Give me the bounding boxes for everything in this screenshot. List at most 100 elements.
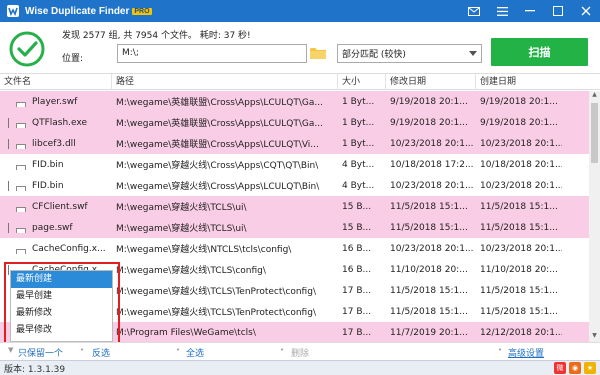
row-checkbox[interactable] (16, 164, 26, 170)
title-bar: Wise Duplicate Finder PRO (0, 0, 600, 22)
scan-status: 发现 2577 组, 共 7954 个文件。 耗时: 37 秒! (62, 31, 251, 41)
file-size: 17 B... (342, 327, 372, 338)
scan-button[interactable]: 扫描 (491, 38, 588, 66)
file-path: M:\Program Files\WeGame\tcls\ (116, 327, 256, 338)
scroll-up-icon[interactable]: ▲ (589, 91, 600, 101)
table-row[interactable]: page.swf M:\wegame\穿越火线\TCLS\ui\ 15 B...… (0, 217, 589, 238)
row-checkbox[interactable] (16, 101, 26, 107)
file-created: 10/23/2018 20:1... (480, 180, 562, 191)
file-size: 16 B... (342, 264, 372, 275)
file-modified: 11/5/2018 15:1... (390, 201, 468, 212)
file-path: M:\wegame\英雄联盟\Cross\Apps\LCULQT\Ga... (116, 98, 323, 108)
column-header-modified[interactable]: 修改日期 (386, 74, 476, 90)
file-size: 17 B... (342, 306, 372, 317)
file-modified: 9/19/2018 20:1... (390, 117, 468, 128)
row-checkbox[interactable] (16, 143, 26, 149)
table-row[interactable]: FID.bin M:\wegame\穿越火线\Cross\Apps\LCULQT… (0, 175, 589, 196)
app-title: Wise Duplicate Finder (25, 5, 130, 17)
separator-dot-icon: • (280, 346, 285, 354)
scroll-down-icon[interactable]: ▼ (589, 332, 600, 342)
file-created: 10/23/2018 20:1... (480, 243, 562, 254)
file-created: 12/12/2018 20:1... (480, 327, 562, 338)
table-row[interactable]: CacheConfig.x... M:\wegame\穿越火线\NTCLS\tc… (0, 238, 589, 259)
file-size: 4 Byt... (342, 180, 375, 191)
minimize-icon[interactable] (516, 0, 544, 22)
delete-button[interactable]: 删除 (291, 346, 309, 359)
file-created: 11/5/2018 15:1... (480, 222, 558, 233)
file-modified: 11/5/2018 15:1... (390, 285, 468, 296)
weibo-icon[interactable]: 微 (554, 362, 566, 374)
file-size: 17 B... (342, 285, 372, 296)
file-modified: 11/5/2018 15:1... (390, 222, 468, 233)
file-path: M:\wegame\穿越火线\TCLS\config\ (116, 266, 266, 276)
separator-dot-icon: • (498, 346, 503, 354)
file-path: M:\wegame\穿越火线\NTCLS\tcls\config\ (116, 245, 292, 255)
file-size: 4 Byt... (342, 159, 375, 170)
file-name: CFClient.swf (32, 201, 88, 212)
file-modified: 10/23/2018 20:1... (390, 180, 474, 191)
separator-dot-icon: • (176, 346, 181, 354)
file-modified: 11/10/2018 20:... (390, 264, 468, 275)
match-mode-select[interactable]: 部分匹配 (较快) (337, 44, 482, 63)
location-input[interactable]: M:\; (117, 44, 307, 63)
file-created: 10/18/2018 20:1... (480, 159, 562, 170)
status-bar: 版本: 1.3.1.39 微 ◉ ★ (0, 360, 600, 375)
row-checkbox[interactable] (16, 248, 26, 254)
group-bracket (8, 222, 14, 233)
file-size: 16 B... (342, 243, 372, 254)
menu-icon[interactable] (488, 0, 516, 22)
group-bracket (8, 180, 14, 191)
keep-one-button[interactable]: 只保留一个 (18, 346, 63, 359)
column-header-size[interactable]: 大小 (338, 74, 386, 90)
advanced-settings-link[interactable]: 高级设置 (508, 346, 544, 359)
version-label: 版本: 1.3.1.39 (4, 365, 66, 375)
file-created: 9/19/2018 20:1... (480, 117, 558, 128)
star-icon[interactable]: ★ (584, 362, 596, 374)
file-name: QTFlash.exe (32, 117, 87, 128)
row-checkbox[interactable] (16, 227, 26, 233)
row-checkbox[interactable] (16, 122, 26, 128)
file-modified: 9/19/2018 20:1... (390, 96, 468, 107)
rss-icon[interactable]: ◉ (569, 362, 581, 374)
invert-selection-button[interactable]: 反选 (92, 346, 110, 359)
row-checkbox[interactable] (16, 206, 26, 212)
file-path: M:\wegame\穿越火线\TCLS\ui\ (116, 224, 247, 234)
file-size: 1 Byt... (342, 96, 375, 107)
vertical-scrollbar[interactable]: ▲ ▼ (589, 91, 600, 342)
social-icons: 微 ◉ ★ (554, 362, 596, 374)
file-path: M:\wegame\穿越火线\TCLS\TenProtect\config\ (116, 287, 316, 297)
scrollbar-thumb[interactable] (591, 103, 598, 163)
file-modified: 10/23/2018 20:1... (390, 243, 474, 254)
close-icon[interactable] (572, 0, 600, 22)
maximize-icon[interactable] (544, 0, 572, 22)
dropdown-arrow-icon[interactable]: ▼ (8, 346, 13, 354)
table-row[interactable]: CFClient.swf M:\wegame\穿越火线\TCLS\ui\ 15 … (0, 196, 589, 217)
table-row[interactable]: Player.swf M:\wegame\英雄联盟\Cross\Apps\LCU… (0, 91, 589, 112)
file-modified: 11/7/2019 20:1... (390, 327, 468, 338)
file-name: page.swf (32, 222, 73, 233)
table-row[interactable]: libcef3.dll M:\wegame\英雄联盟\Cross\Apps\LC… (0, 133, 589, 154)
file-modified: 10/23/2018 20:1... (390, 138, 474, 149)
group-bracket (8, 117, 14, 128)
file-created: 11/5/2018 15:1... (480, 201, 558, 212)
window-controls (460, 0, 600, 22)
app-logo-icon (7, 5, 19, 17)
file-name: FID.bin (32, 180, 64, 191)
file-created: 11/5/2018 15:1... (480, 306, 558, 317)
envelope-icon[interactable] (460, 0, 488, 22)
column-header-created[interactable]: 创建日期 (476, 74, 600, 90)
file-modified: 10/18/2018 17:2... (390, 159, 474, 170)
file-created: 11/5/2018 15:1... (480, 285, 558, 296)
select-all-button[interactable]: 全选 (186, 346, 204, 359)
column-header-name[interactable]: 文件名 (0, 74, 112, 90)
table-row[interactable]: FID.bin M:\wegame\穿越火线\Cross\Apps\CQT\QT… (0, 154, 589, 175)
file-name: libcef3.dll (32, 138, 76, 149)
file-path: M:\wegame\穿越火线\TCLS\TenProtect\config\ (116, 308, 316, 318)
table-row[interactable]: QTFlash.exe M:\wegame\英雄联盟\Cross\Apps\LC… (0, 112, 589, 133)
file-size: 15 B... (342, 201, 372, 212)
match-mode-value: 部分匹配 (较快) (342, 50, 406, 60)
row-checkbox[interactable] (16, 185, 26, 191)
table-header: 文件名 路径 大小 修改日期 创建日期 (0, 74, 600, 90)
column-header-path[interactable]: 路径 (112, 74, 338, 90)
folder-icon[interactable] (309, 44, 327, 63)
